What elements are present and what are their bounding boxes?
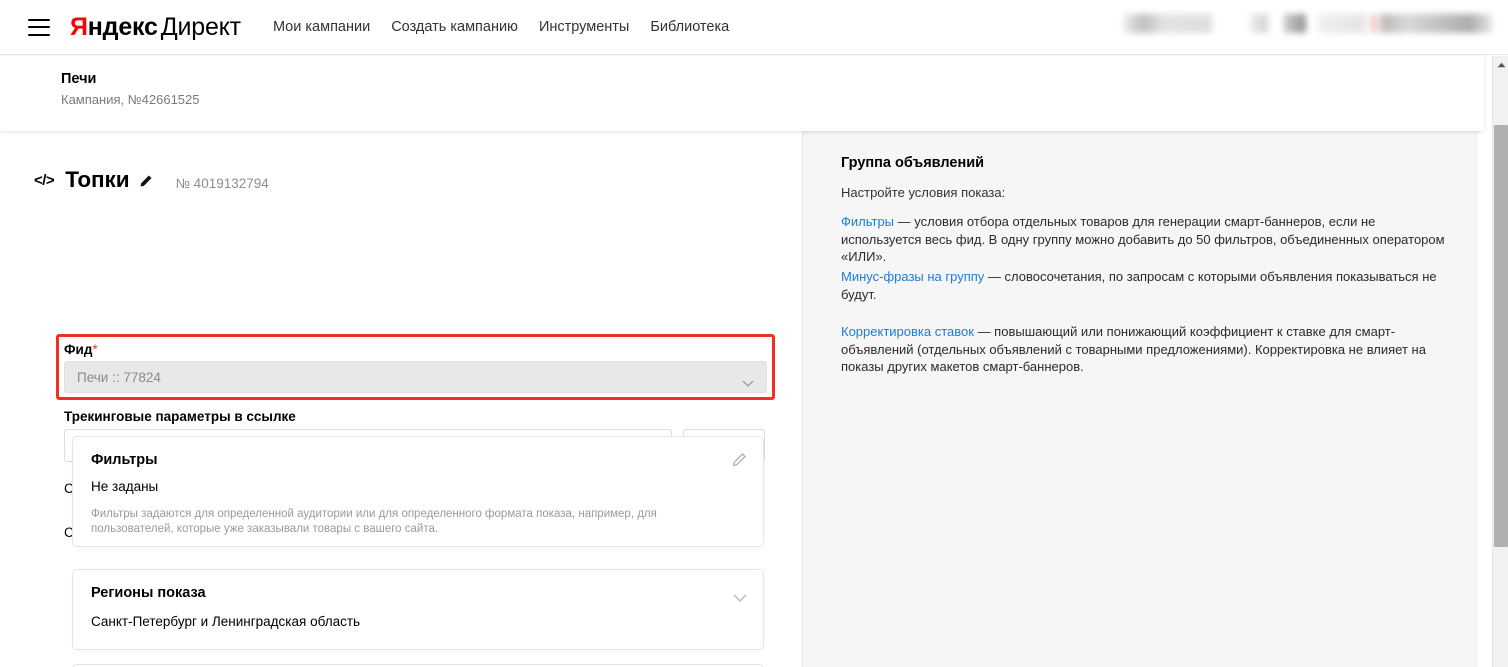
help-paragraph-negative-phrases: Минус-фразы на группу — словосочетания, … bbox=[841, 268, 1455, 303]
code-brackets-icon: </> bbox=[34, 172, 54, 189]
ad-group-form-column: </> Топки № 4019132794 Фид* Печи :: 7782… bbox=[0, 131, 802, 667]
feed-select[interactable]: Печи :: 77824 bbox=[64, 361, 767, 393]
help-link-filters[interactable]: Фильтры bbox=[841, 214, 894, 229]
nav-link-create-campaign[interactable]: Создать кампанию bbox=[391, 19, 518, 35]
help-panel-title: Группа объявлений bbox=[841, 155, 984, 171]
tracking-params-label: Трекинговые параметры в ссылке bbox=[64, 409, 296, 424]
breadcrumb: Печи Кампания, №42661525 bbox=[0, 56, 1484, 131]
scroll-up-arrow-icon[interactable] bbox=[1493, 56, 1508, 73]
ad-group-name: Топки bbox=[65, 167, 129, 193]
filters-card-title: Фильтры bbox=[91, 452, 157, 468]
hamburger-menu-icon[interactable] bbox=[28, 19, 50, 36]
account-name-blurred[interactable] bbox=[1318, 14, 1492, 33]
main-nav-links: Мои кампании Создать кампанию Инструмент… bbox=[273, 19, 729, 35]
required-asterisk: * bbox=[92, 342, 97, 357]
nav-link-tools[interactable]: Инструменты bbox=[539, 19, 629, 35]
help-link-bid-adjustment[interactable]: Корректировка ставок bbox=[841, 324, 974, 339]
top-navigation-bar: ЯндексДирект Мои кампании Создать кампан… bbox=[0, 0, 1508, 55]
pencil-icon[interactable] bbox=[731, 452, 747, 473]
breadcrumb-campaign-subtitle: Кампания, №42661525 bbox=[61, 92, 200, 107]
chevron-down-icon bbox=[742, 374, 754, 381]
scrollbar-thumb[interactable] bbox=[1494, 125, 1508, 547]
help-link-negative-phrases[interactable]: Минус-фразы на группу bbox=[841, 269, 984, 284]
help-paragraph-filters: Фильтры — условия отбора отдельных товар… bbox=[841, 213, 1455, 266]
filters-card-summary: Не заданы bbox=[91, 479, 158, 494]
help-paragraph-bid-adjustment: Корректировка ставок — повышающий или по… bbox=[841, 323, 1455, 376]
logo-word-yandex: ндекс bbox=[88, 13, 158, 41]
chevron-down-icon[interactable] bbox=[733, 589, 747, 607]
filters-card-hint: Фильтры задаются для определенной аудито… bbox=[91, 507, 741, 537]
help-text-filters: — условия отбора отдельных товаров для г… bbox=[841, 214, 1445, 264]
nav-link-library[interactable]: Библиотека bbox=[650, 19, 729, 35]
yandex-direct-logo[interactable]: ЯндексДирект bbox=[70, 15, 241, 40]
account-balance-blurred[interactable] bbox=[1124, 14, 1212, 33]
regions-card[interactable]: Регионы показа Санкт-Петербург и Ленингр… bbox=[72, 569, 764, 650]
regions-card-title: Регионы показа bbox=[91, 585, 206, 601]
logo-word-direct: Директ bbox=[161, 13, 241, 41]
breadcrumb-campaign-title[interactable]: Печи bbox=[61, 71, 96, 87]
ad-group-header: </> Топки № 4019132794 bbox=[34, 167, 269, 193]
nav-link-my-campaigns[interactable]: Мои кампании bbox=[273, 19, 370, 35]
account-icons-blurred[interactable] bbox=[1250, 14, 1306, 33]
help-side-panel: Группа объявлений Настройте условия пока… bbox=[802, 131, 1478, 667]
ad-group-number: № 4019132794 bbox=[175, 176, 268, 191]
help-panel-lead: Настройте условия показа: bbox=[841, 185, 1005, 200]
app-root: ЯндексДирект Мои кампании Создать кампан… bbox=[0, 0, 1508, 667]
page-content: </> Топки № 4019132794 Фид* Печи :: 7782… bbox=[0, 131, 1478, 667]
pencil-icon[interactable] bbox=[138, 174, 153, 189]
feed-field-label: Фид* bbox=[64, 342, 98, 357]
page-scrollbar[interactable] bbox=[1492, 56, 1508, 667]
regions-card-summary: Санкт-Петербург и Ленинградская область bbox=[91, 614, 360, 629]
logo-letter-ya: Я bbox=[70, 13, 88, 41]
feed-select-value: Печи :: 77824 bbox=[77, 370, 161, 385]
filters-card[interactable]: Фильтры Не заданы Фильтры задаются для о… bbox=[72, 436, 764, 547]
